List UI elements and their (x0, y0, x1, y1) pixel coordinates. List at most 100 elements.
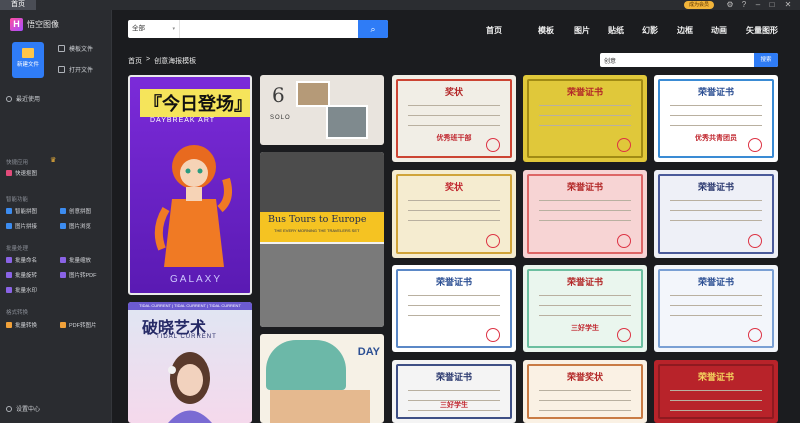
tool-smart-puzzle[interactable]: 智能拼图 (6, 206, 52, 216)
category-value: 全部 (132, 25, 145, 32)
certificate-title: 奖状 (444, 182, 463, 192)
certificate-text-line (670, 390, 762, 391)
certificate-title: 荣誉证书 (697, 182, 734, 192)
tool-batch-rename[interactable]: 批量命名 (6, 255, 52, 265)
day-title: DAY (357, 346, 380, 358)
nav-borders[interactable]: 边框 (677, 25, 693, 36)
certificate-text-line (670, 295, 762, 296)
certificate-card[interactable]: 荣誉奖状 (523, 360, 647, 423)
recent-link[interactable]: 最近使用 (6, 94, 40, 103)
poster-card-today[interactable]: 『今日登场』 DAYBREAK ART GALAXY (128, 75, 252, 295)
search-input[interactable] (182, 20, 358, 38)
tool-quick-cutout[interactable]: 快速抠图 (6, 168, 52, 178)
certificate-card[interactable]: 荣誉证书 三好学生 (523, 265, 647, 352)
illustration-bg (266, 340, 346, 390)
tool-batch-convert[interactable]: 批量转换 (6, 320, 52, 330)
certificate-text-line (539, 400, 631, 401)
certificate-card[interactable]: 荣誉证书 (523, 75, 647, 162)
breadcrumb: 首页 > 创意海报模板 (128, 56, 196, 66)
recent-label: 最近使用 (16, 97, 41, 103)
category-select[interactable]: 全部 ▾ (128, 20, 180, 38)
gear-icon[interactable]: ⚙ (724, 0, 736, 10)
nav-stickers[interactable]: 贴纸 (608, 25, 624, 36)
certificate-card[interactable]: 荣誉证书 (654, 265, 778, 352)
certificate-card[interactable]: 荣誉证书 (392, 265, 516, 352)
app-name: 悟空图像 (27, 20, 59, 29)
collage-card[interactable]: 6 SOLO (260, 75, 384, 145)
certificate-text-line (670, 115, 762, 116)
template-search-button[interactable]: 搜索 (754, 53, 778, 67)
tool-label: 批量水印 (15, 288, 38, 294)
tool-label: 图片拼接 (15, 224, 38, 230)
minimize-icon[interactable]: – (752, 0, 764, 10)
certificate-card[interactable]: 奖状 (392, 170, 516, 258)
couple-photo (260, 152, 384, 212)
settings-link[interactable]: 设置中心 (6, 404, 40, 413)
nav-vector[interactable]: 矢量图形 (746, 25, 778, 36)
poster-footer: GALAXY (170, 274, 223, 285)
tool-batch-watermark[interactable]: 批量水印 (6, 285, 52, 295)
nav-phantom[interactable]: 幻影 (642, 25, 658, 36)
poster-title: 『今日登场』 (140, 89, 250, 117)
certificate-text-line (408, 105, 500, 106)
collage-label: SOLO (270, 115, 291, 121)
tool-label: 智能拼图 (15, 209, 38, 215)
tool-pdf-to-image[interactable]: PDF转图片 (60, 320, 106, 330)
new-file-button[interactable]: 新建文件 (12, 42, 44, 78)
tool-batch-scale[interactable]: 批量缩放 (60, 255, 106, 265)
seal-icon (748, 234, 762, 248)
breadcrumb-home[interactable]: 首页 (128, 56, 142, 66)
certificate-card[interactable]: 荣誉证书 (654, 360, 778, 423)
certificate-text-line (670, 305, 762, 306)
certificate-title: 荣誉证书 (697, 372, 734, 382)
certificate-text-line (670, 410, 762, 411)
nav-templates[interactable]: 模板 (538, 25, 554, 36)
template-search-input[interactable] (604, 53, 744, 67)
certificate-card[interactable]: 奖状 优秀班干部 (392, 75, 516, 162)
tool-creative-puzzle[interactable]: 创意拼图 (60, 206, 106, 216)
close-icon[interactable]: ✕ (782, 0, 794, 10)
watermark-icon (6, 287, 12, 293)
day-poster-card[interactable]: DAY (260, 334, 384, 423)
vip-button[interactable]: 成为会员 (684, 1, 714, 9)
poster-banner: TIDAL CURRENT | TIDAL CURRENT | TIDAL CU… (128, 302, 252, 310)
breadcrumb-current: 创意海报模板 (154, 58, 197, 65)
certificate-card[interactable]: 荣誉证书 三好学生 (392, 360, 516, 423)
nav-home[interactable]: 首页 (486, 25, 502, 36)
search-button[interactable]: ⌕ (358, 20, 388, 38)
tool-label: PDF转图片 (69, 323, 97, 329)
certificate-card[interactable]: 荣誉证书 优秀共青团员 (654, 75, 778, 162)
tool-image-browse[interactable]: 图片浏览 (60, 221, 106, 231)
rotate-icon (6, 272, 12, 278)
open-file-link[interactable]: 打开文件 (58, 65, 93, 74)
certificate-text-line (539, 390, 631, 391)
certificate-text-line (539, 295, 631, 296)
seal-icon (486, 328, 500, 342)
tool-batch-rotate[interactable]: 批量旋转 (6, 270, 52, 280)
certificate-text-line (670, 220, 762, 221)
bus-subtitle: THE EVERY MORNING THE TRAVELERS SET (274, 228, 360, 233)
tool-image-to-pdf[interactable]: 图片转PDF (60, 270, 106, 280)
collage-number: 6 (272, 83, 285, 107)
crowd-illustration (270, 390, 370, 423)
certificate-card[interactable]: 荣誉证书 (654, 170, 778, 258)
sidebar: H 悟空图像 新建文件 模板文件 打开文件 最近使用 快捷应用 ♛ 快速抠图 智… (0, 10, 112, 423)
tab-home[interactable]: 首页 (0, 0, 36, 10)
tool-image-stitch[interactable]: 图片拼接 (6, 221, 52, 231)
tool-label: 批量转换 (15, 323, 38, 329)
nav-images[interactable]: 图片 (574, 25, 590, 36)
certificate-title: 荣誉证书 (566, 277, 603, 287)
bus-tour-card[interactable]: Bus Tours to Europe THE EVERY MORNING TH… (260, 152, 384, 327)
maximize-icon[interactable]: □ (766, 0, 778, 10)
certificate-text-line (408, 305, 500, 306)
certificate-card[interactable]: 荣誉证书 (523, 170, 647, 258)
bus-title: Bus Tours to Europe (268, 214, 367, 225)
certificate-title: 荣誉奖状 (566, 372, 603, 382)
poster-card-daybreak[interactable]: TIDAL CURRENT | TIDAL CURRENT | TIDAL CU… (128, 302, 252, 423)
seal-icon (486, 138, 500, 152)
certificate-text-line (539, 125, 631, 126)
template-file-link[interactable]: 模板文件 (58, 44, 93, 53)
certificate-text-line (670, 105, 762, 106)
help-icon[interactable]: ? (738, 0, 750, 10)
nav-animation[interactable]: 动画 (711, 25, 727, 36)
